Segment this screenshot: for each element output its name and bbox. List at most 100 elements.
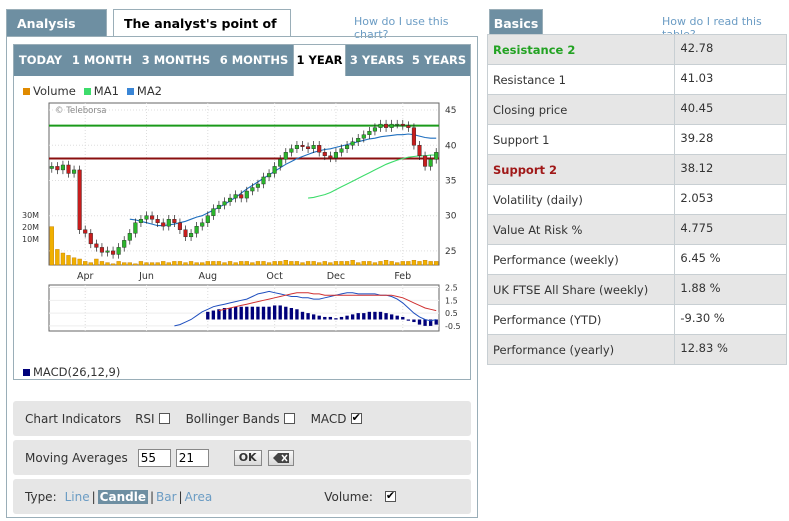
- type-line[interactable]: Line: [65, 490, 90, 504]
- candle-body: [339, 148, 344, 153]
- basics-row: Closing price 40.45: [486, 94, 787, 125]
- ma2-input[interactable]: [175, 448, 209, 467]
- volume-bar: [88, 262, 93, 266]
- volume-bar: [395, 262, 400, 266]
- volume-bar: [116, 261, 121, 266]
- volume-bar: [266, 262, 272, 266]
- basics-row: Performance (YTD) -9.30 %: [486, 304, 787, 335]
- ok-button[interactable]: OK: [233, 449, 262, 466]
- basics-row: Value At Risk % 4.775: [486, 214, 787, 245]
- period-6-months[interactable]: 6 MONTHS: [215, 45, 293, 76]
- separator: |: [178, 489, 183, 504]
- volume-bar: [200, 262, 205, 266]
- macd-legend: MACD(26,12,9): [23, 365, 120, 379]
- volume-bar: [233, 262, 238, 266]
- period-3-months[interactable]: 3 MONTHS: [137, 45, 215, 76]
- period-3-years[interactable]: 3 YEARS: [346, 45, 408, 76]
- rsi-checkbox[interactable]: [158, 413, 170, 424]
- period-1-year[interactable]: 1 YEAR: [293, 45, 346, 76]
- clear-button[interactable]: [267, 449, 294, 466]
- basics-row: Volatility (daily) 2.053: [486, 184, 787, 215]
- macd-hist-bar: [267, 306, 271, 320]
- legend-ma2-swatch: [126, 87, 134, 95]
- candle-body: [144, 215, 149, 220]
- candle-body: [384, 123, 389, 128]
- x-tick-label: Apr: [77, 271, 94, 282]
- candle-body: [378, 123, 383, 128]
- volume-bar: [417, 261, 422, 266]
- volume-bar: [188, 261, 194, 266]
- y-tick-label: 35: [445, 176, 456, 186]
- y-tick-label: 40: [445, 141, 457, 151]
- volume-bar: [166, 262, 171, 266]
- volume-bar: [216, 261, 222, 266]
- candle-body: [306, 146, 311, 149]
- volume-bar: [422, 259, 428, 266]
- volume-toggle-label: Volume:: [324, 489, 373, 504]
- basics-row-value: 1.88 %: [674, 274, 787, 305]
- period-5-years[interactable]: 5 YEARS: [408, 45, 470, 76]
- candle-body: [222, 201, 227, 206]
- ma2-line: [129, 133, 437, 227]
- candle-body: [133, 222, 138, 234]
- candle-body: [389, 123, 394, 128]
- candle-body: [99, 247, 104, 253]
- volume-bar: [305, 261, 311, 266]
- volume-checkbox[interactable]: [384, 489, 396, 502]
- type-area[interactable]: Area: [185, 490, 213, 504]
- macd-hist-bar: [300, 311, 305, 320]
- basics-row-label: Resistance 2: [486, 34, 676, 65]
- x-tick-label: Aug: [199, 271, 218, 282]
- volume-bar: [333, 261, 339, 266]
- volume-bar: [71, 257, 77, 266]
- candle-body: [60, 164, 65, 171]
- bollinger-checkbox[interactable]: [283, 413, 295, 424]
- type-bar[interactable]: Bar: [156, 490, 177, 504]
- basics-row: Performance (yearly) 12.83 %: [486, 334, 787, 365]
- macd-hist-bar: [350, 314, 355, 320]
- volume-bar: [177, 261, 183, 266]
- macd-hist-bar: [228, 308, 232, 320]
- period-1-month[interactable]: 1 MONTH: [67, 45, 137, 76]
- macd-hist-bar: [272, 305, 277, 320]
- volume-bar: [361, 261, 366, 266]
- macd-hist-bar: [211, 310, 216, 320]
- macd-hist-bar: [206, 311, 210, 320]
- macd-frame: [48, 284, 440, 332]
- volume-bar: [66, 255, 71, 266]
- tab-analysis-chart[interactable]: Analysis Chart: [6, 9, 107, 58]
- macd-hist-bar: [423, 319, 427, 326]
- volume-bar: [356, 262, 361, 266]
- macd-hist-bar: [384, 313, 388, 320]
- basics-row: Performance (weekly) 6.45 %: [486, 244, 787, 275]
- ma1-input[interactable]: [137, 448, 171, 467]
- candle-body: [150, 215, 155, 220]
- volume-tick-label: 20M: [22, 223, 39, 232]
- candle-body: [161, 222, 166, 227]
- volume-tick-label: 10M: [22, 235, 39, 244]
- volume-bar: [294, 261, 300, 266]
- candle-body: [283, 152, 288, 160]
- tab-analyst-view[interactable]: The analyst's point of view: [113, 9, 291, 58]
- volume-bar: [372, 262, 378, 266]
- basics-panel: Basics How do I read this table? Resista…: [486, 6, 787, 366]
- candle-body: [278, 159, 283, 167]
- candle-body: [88, 233, 93, 245]
- volume-bar: [389, 261, 394, 266]
- volume-bar: [339, 261, 344, 266]
- tab-basics[interactable]: Basics: [489, 9, 543, 36]
- basics-table: Resistance 2 42.78 Resistance 1 41.03 Closin…: [486, 34, 787, 365]
- macd-checkbox[interactable]: [350, 411, 362, 424]
- type-candle[interactable]: Candle: [97, 489, 148, 504]
- macd-hist-bar: [233, 306, 238, 320]
- price-chart: Apr Jun Aug Oct Dec Feb 25 30 35 40 45 © Teleborsa 3…: [22, 102, 461, 332]
- volume-bar: [144, 262, 149, 266]
- macd-hist-bar: [250, 306, 255, 320]
- volume-bar: [311, 261, 316, 266]
- basics-row-value: 12.83 %: [674, 334, 787, 365]
- macd-hist-bar: [395, 315, 399, 320]
- candle-body: [166, 219, 171, 227]
- macd-hist-bar: [311, 314, 316, 320]
- period-today[interactable]: TODAY: [14, 45, 67, 76]
- basics-row: Support 1 39.28: [486, 124, 787, 155]
